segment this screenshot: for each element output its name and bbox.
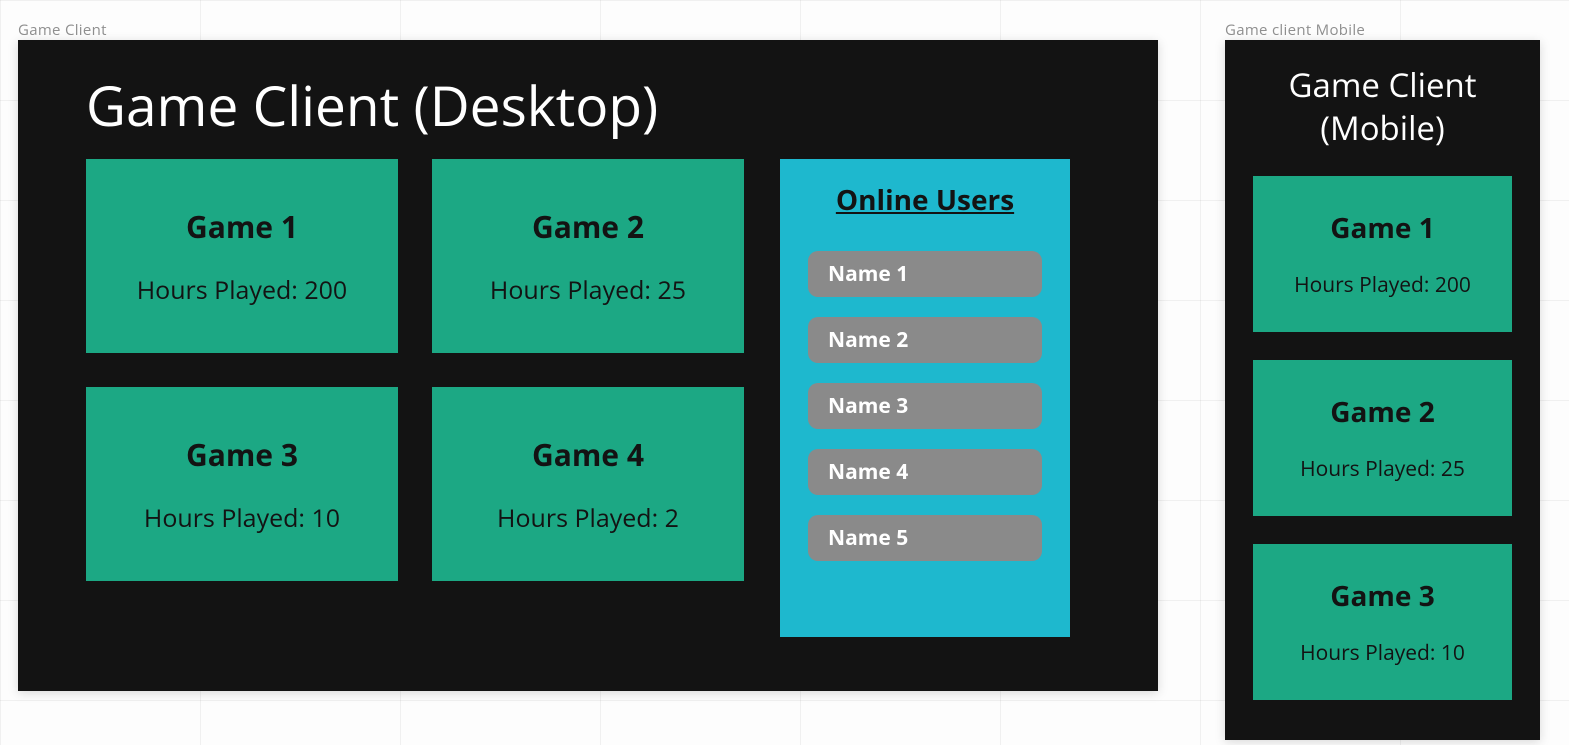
game-name: Game 2 <box>532 206 644 247</box>
frame-label-mobile: Game client Mobile <box>1225 20 1365 40</box>
game-name: Game 3 <box>1330 577 1435 615</box>
online-user-name: Name 3 <box>828 392 908 420</box>
desktop-title: Game Client (Desktop) <box>86 68 1090 143</box>
game-hours: Hours Played: 25 <box>1300 455 1465 483</box>
online-user-name: Name 2 <box>828 326 908 354</box>
game-client-desktop-panel: Game Client (Desktop) Game 1 Hours Playe… <box>18 40 1158 691</box>
game-hours: Hours Played: 200 <box>1294 271 1471 299</box>
mobile-title: Game Client (Mobile) <box>1253 64 1512 150</box>
online-user-row[interactable]: Name 4 <box>808 449 1042 495</box>
game-card-1[interactable]: Game 1 Hours Played: 200 <box>86 159 398 353</box>
online-user-row[interactable]: Name 5 <box>808 515 1042 561</box>
online-user-row[interactable]: Name 2 <box>808 317 1042 363</box>
game-hours: Hours Played: 10 <box>1300 639 1465 667</box>
frame-label-desktop: Game Client <box>18 20 107 40</box>
online-users-title: Online Users <box>836 181 1014 219</box>
mobile-game-card-1[interactable]: Game 1 Hours Played: 200 <box>1253 176 1512 332</box>
mobile-game-card-3[interactable]: Game 3 Hours Played: 10 <box>1253 544 1512 700</box>
mobile-game-card-2[interactable]: Game 2 Hours Played: 25 <box>1253 360 1512 516</box>
game-hours: Hours Played: 25 <box>490 273 686 307</box>
game-name: Game 1 <box>186 206 298 247</box>
game-hours: Hours Played: 10 <box>144 501 340 535</box>
game-card-4[interactable]: Game 4 Hours Played: 2 <box>432 387 744 581</box>
online-user-name: Name 4 <box>828 458 908 486</box>
game-client-mobile-panel: Game Client (Mobile) Game 1 Hours Played… <box>1225 40 1540 740</box>
game-hours: Hours Played: 2 <box>497 501 679 535</box>
online-users-panel: Online Users Name 1 Name 2 Name 3 Name 4… <box>780 159 1070 637</box>
game-card-2[interactable]: Game 2 Hours Played: 25 <box>432 159 744 353</box>
online-user-row[interactable]: Name 1 <box>808 251 1042 297</box>
game-name: Game 3 <box>186 434 298 475</box>
online-user-name: Name 5 <box>828 524 908 552</box>
game-name: Game 4 <box>532 434 644 475</box>
game-name: Game 1 <box>1330 209 1435 247</box>
game-card-3[interactable]: Game 3 Hours Played: 10 <box>86 387 398 581</box>
desktop-game-grid: Game 1 Hours Played: 200 Game 2 Hours Pl… <box>86 159 744 637</box>
online-user-row[interactable]: Name 3 <box>808 383 1042 429</box>
mobile-game-list: Game 1 Hours Played: 200 Game 2 Hours Pl… <box>1253 176 1512 700</box>
game-name: Game 2 <box>1330 393 1435 431</box>
game-hours: Hours Played: 200 <box>137 273 347 307</box>
online-user-name: Name 1 <box>828 260 908 288</box>
